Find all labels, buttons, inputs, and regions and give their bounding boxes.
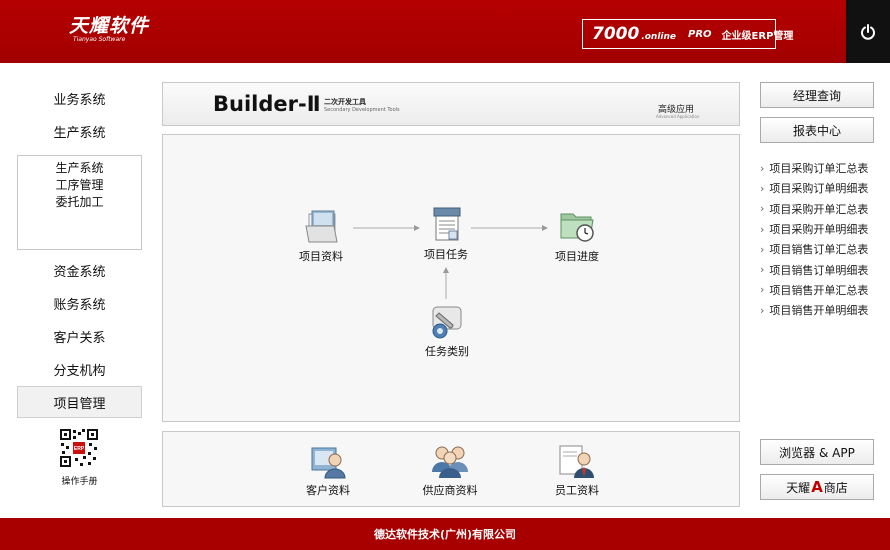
tianyao-logo[interactable]: 天耀软件 Tianyao Software — [69, 16, 149, 44]
chevron-right-icon: › — [760, 242, 765, 256]
report-link[interactable]: › 项目采购开单汇总表 — [760, 199, 885, 219]
employee-icon — [559, 445, 594, 478]
project-flow-panel: 项目资料 项目任务 项目进度 任务类别 — [162, 134, 740, 422]
task-category-label: 任务类别 — [425, 345, 469, 358]
erp-title-text: 企业级ERP管理 — [721, 30, 794, 42]
project-info-tile[interactable]: 项目资料 — [276, 206, 366, 264]
project-task-label: 项目任务 — [424, 248, 468, 261]
flow-arrows — [353, 225, 548, 299]
clipboard-icon — [433, 207, 461, 241]
power-button[interactable] — [846, 0, 890, 63]
chevron-right-icon: › — [760, 161, 765, 175]
report-link-label: 项目销售订单明细表 — [769, 263, 869, 277]
chevron-right-icon: › — [760, 181, 765, 195]
production-submenu: 生产系统 工序管理 委托加工 — [17, 155, 142, 250]
svg-text:ERP: ERP — [74, 446, 85, 452]
company-name: 德达软件技术(广州)有限公司 — [373, 528, 517, 541]
task-category-tile[interactable]: 任务类别 — [402, 301, 492, 359]
report-link-label: 项目销售订单汇总表 — [769, 243, 869, 257]
customer-tile[interactable]: 客户资料 — [283, 440, 373, 498]
advanced-app-en: Advanced Application — [656, 114, 700, 119]
chevron-right-icon: › — [760, 202, 765, 216]
project-info-label: 项目资料 — [299, 250, 343, 263]
submenu-outsourcing[interactable]: 委托加工 — [18, 194, 141, 211]
report-link[interactable]: › 项目采购订单汇总表 — [760, 158, 885, 178]
folder-clock-icon — [560, 213, 594, 242]
nav-fund-system[interactable]: 资金系统 — [17, 254, 142, 286]
chevron-right-icon: › — [760, 303, 765, 317]
report-link-label: 项目采购订单汇总表 — [769, 162, 869, 176]
chevron-right-icon: › — [760, 283, 765, 297]
erp-version-number: 7000 — [592, 24, 640, 44]
report-link[interactable]: › 项目销售订单明细表 — [760, 259, 885, 279]
project-progress-tile[interactable]: 项目进度 — [532, 206, 622, 264]
report-link-label: 项目采购开单汇总表 — [769, 202, 869, 216]
nav-project-management[interactable]: 项目管理 — [17, 386, 142, 418]
erp-pro-label: PRO — [688, 28, 712, 40]
logo-main-text: 天耀软件 — [69, 15, 150, 37]
report-list: › 项目采购订单汇总表 › 项目采购订单明细表 › 项目采购开单汇总表 › 项目采购开单… — [760, 158, 885, 320]
report-link[interactable]: › 项目采购开单明细表 — [760, 219, 885, 239]
nav-business-system[interactable]: 业务系统 — [17, 82, 142, 114]
report-link[interactable]: › 项目销售开单汇总表 — [760, 280, 885, 300]
report-link[interactable]: › 项目销售订单汇总表 — [760, 239, 885, 259]
nav-accounting-system[interactable]: 账务系统 — [17, 287, 142, 319]
report-link[interactable]: › 项目销售开单明细表 — [760, 300, 885, 320]
power-icon — [861, 23, 875, 40]
manual-label[interactable]: 操作手册 — [17, 474, 142, 487]
report-link[interactable]: › 项目采购订单明细表 — [760, 178, 885, 198]
project-task-tile[interactable]: 项目任务 — [401, 204, 491, 262]
builder-subtitle-cn: 二次开发工具 — [324, 98, 366, 106]
employee-tile[interactable]: 员工资料 — [532, 440, 622, 498]
browser-app-button[interactable]: 浏览器 & APP — [760, 439, 874, 465]
chevron-right-icon: › — [760, 222, 765, 236]
submenu-process-management[interactable]: 工序管理 — [18, 177, 141, 194]
chevron-right-icon: › — [760, 263, 765, 277]
nav-branch-offices[interactable]: 分支机构 — [17, 353, 142, 385]
top-header: 天耀软件 Tianyao Software 7000 .online PRO 企… — [0, 0, 890, 63]
app-store-button[interactable]: 天耀 A 商店 — [760, 474, 874, 500]
erp-edition-badge: 7000 .online PRO 企业级ERP管理 — [582, 19, 793, 49]
builder-banner: Builder-Ⅱ 二次开发工具 Secondary Development T… — [162, 82, 740, 126]
qr-code-icon[interactable]: ERP — [59, 428, 99, 468]
report-link-label: 项目采购订单明细表 — [769, 182, 869, 196]
store-prefix: 天耀 — [786, 480, 811, 495]
nav-customer-relations[interactable]: 客户关系 — [17, 320, 142, 352]
report-link-label: 项目销售开单明细表 — [769, 304, 869, 318]
wrench-gear-icon — [432, 306, 462, 339]
report-link-label: 项目采购开单明细表 — [769, 223, 869, 237]
project-progress-label: 项目进度 — [555, 250, 599, 263]
report-link-label: 项目销售开单汇总表 — [769, 283, 869, 297]
footer-bar: 德达软件技术(广州)有限公司 — [0, 518, 890, 550]
store-suffix: 商店 — [823, 480, 848, 495]
supplier-tile[interactable]: 供应商资料 — [405, 440, 495, 498]
employee-label: 员工资料 — [555, 484, 599, 497]
folder-document-icon — [305, 210, 338, 243]
erp-online-label: .online — [641, 31, 677, 42]
submenu-production-system[interactable]: 生产系统 — [18, 160, 141, 177]
nav-production-system[interactable]: 生产系统 — [17, 115, 142, 147]
manager-query-button[interactable]: 经理查询 — [760, 82, 874, 108]
master-data-panel: 客户资料 供应商资料 员工资料 — [162, 431, 740, 507]
store-a-letter: A — [811, 478, 823, 496]
report-center-button[interactable]: 报表中心 — [760, 117, 874, 143]
logo-sub-text: Tianyao Software — [73, 36, 126, 43]
builder-title: Builder-Ⅱ — [213, 92, 321, 116]
supplier-group-icon — [432, 446, 468, 478]
builder-subtitle-en: Secondary Development Tools — [324, 107, 400, 113]
customer-icon — [311, 447, 346, 479]
supplier-label: 供应商资料 — [422, 484, 478, 497]
customer-label: 客户资料 — [306, 484, 350, 497]
